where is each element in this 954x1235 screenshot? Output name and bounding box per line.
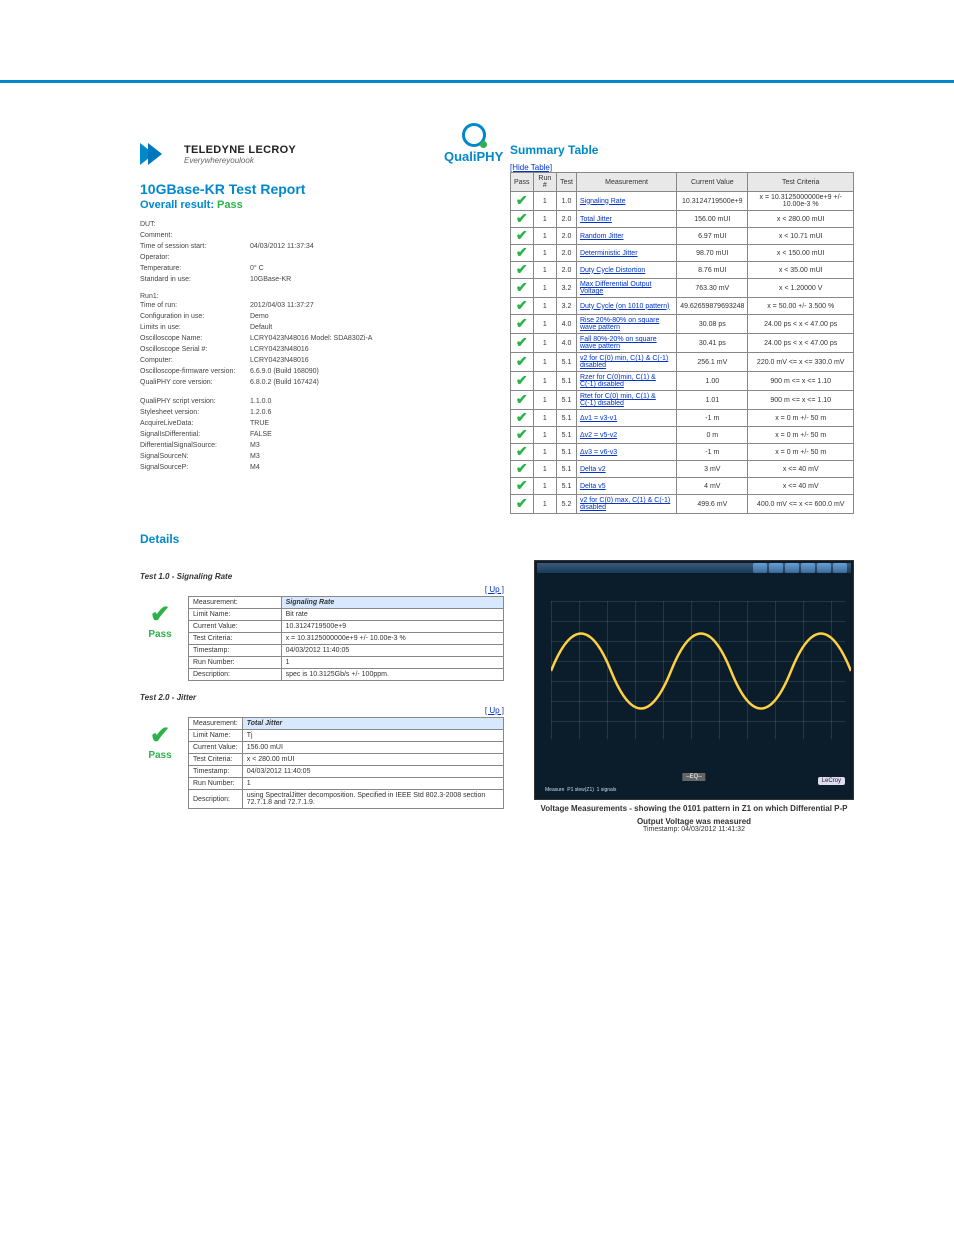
check-icon: ✔ [516, 353, 528, 369]
test1-pass-badge: ✔ Pass [140, 596, 180, 644]
hide-table-link[interactable]: [Hide Table] [510, 163, 552, 172]
summary-table: PassRun #TestMeasurementCurrent ValueTes… [510, 172, 854, 514]
table-row: ✔13.2Max Differential Output Voltage763.… [511, 279, 854, 298]
measurement-link[interactable]: Duty Cycle (on 1010 pattern) [576, 298, 676, 315]
check-icon: ✔ [516, 210, 528, 226]
table-row: ✔12.0Duty Cycle Distortion8.76 mUIx < 35… [511, 262, 854, 279]
scope-toolbar-icons [753, 563, 847, 573]
check-icon: ✔ [516, 391, 528, 407]
summary-heading: Summary Table [510, 143, 854, 157]
check-icon: ✔ [516, 409, 528, 425]
check-icon: ✔ [516, 261, 528, 277]
check-icon: ✔ [140, 600, 180, 629]
measurement-link[interactable]: v2 for C(0) min, C(1) & C(-1) disabled [576, 353, 676, 372]
teledyne-logo: TELEDYNE LECROY Everywhereyoulook [140, 143, 296, 165]
check-icon: ✔ [516, 477, 528, 493]
meta-block-1: DUT:Comment:Time of session start:04/03/… [140, 219, 470, 285]
check-icon: ✔ [516, 315, 528, 331]
table-row: ✔15.1Delta v23 mVx <= 40 mV [511, 461, 854, 478]
check-icon: ✔ [516, 334, 528, 350]
check-icon: ✔ [516, 443, 528, 459]
table-row: ✔12.0Random Jitter6.97 mUIx < 10.71 mUI [511, 228, 854, 245]
measurement-link[interactable]: Δv2 = v5‑v2 [576, 427, 676, 444]
table-row: ✔11.0Signaling Rate10.3124719500e+9x = 1… [511, 192, 854, 211]
table-row: ✔15.1Δv2 = v5‑v20 mx = 0 m +/- 50 m [511, 427, 854, 444]
run-heading: Run1: [140, 293, 470, 300]
waveform-icon [551, 611, 851, 731]
measurement-link[interactable]: Fall 80%-20% on square wave pattern [576, 334, 676, 353]
qualiphy-logo: QualiPHY [444, 123, 503, 164]
table-row: ✔12.0Total Jitter156.00 mUIx < 280.00 mU… [511, 211, 854, 228]
check-icon: ✔ [516, 426, 528, 442]
measurement-link[interactable]: Duty Cycle Distortion [576, 262, 676, 279]
check-icon: ✔ [516, 495, 528, 511]
table-row: ✔15.1Δv1 = v3‑v1-1 mx = 0 m +/- 50 m [511, 410, 854, 427]
test2-pass-badge: ✔ Pass [140, 717, 180, 765]
table-row: ✔15.2v2 for C(0) max, C(1) & C(-1) disab… [511, 495, 854, 514]
table-row: ✔15.1Delta v54 mVx <= 40 mV [511, 478, 854, 495]
details-heading: Details [140, 532, 854, 546]
check-icon: ✔ [516, 297, 528, 313]
measurement-link[interactable]: Signaling Rate [576, 192, 676, 211]
measurement-link[interactable]: Rise 20%-80% on square wave pattern [576, 315, 676, 334]
qualiphy-icon [462, 123, 486, 147]
scope-caption-1: Voltage Measurements - showing the 0101 … [534, 804, 854, 813]
meta-block-2: Time of run:2012/04/03 11:37:27Configura… [140, 300, 470, 388]
check-icon: ✔ [516, 279, 528, 295]
table-row: ✔12.0Deterministic Jitter98.70 mUIx < 15… [511, 245, 854, 262]
measurement-link[interactable]: Max Differential Output Voltage [576, 279, 676, 298]
scope-readout: Measure P1 slew(Z1) 1 signals [545, 787, 616, 793]
measurement-link[interactable]: Delta v2 [576, 461, 676, 478]
lecroy-tag: LeCroy [818, 777, 845, 785]
up-link[interactable]: [ Up ] [485, 585, 504, 594]
measurement-link[interactable]: Random Jitter [576, 228, 676, 245]
measurement-link[interactable]: Rtet for C(0) min, C(1) & C(-1) disabled [576, 391, 676, 410]
up-link-2[interactable]: [ Up ] [485, 706, 504, 715]
check-icon: ✔ [516, 244, 528, 260]
measurement-link[interactable]: Δv1 = v3‑v1 [576, 410, 676, 427]
table-row: ✔13.2Duty Cycle (on 1010 pattern)49.6265… [511, 298, 854, 315]
table-row: ✔15.1Rzer for C(0)min, C(1) & C(-1) disa… [511, 372, 854, 391]
check-icon: ✔ [140, 721, 180, 750]
measurement-link[interactable]: v2 for C(0) max, C(1) & C(-1) disabled [576, 495, 676, 514]
scope-caption-ts: Timestamp: 04/03/2012 11:41:32 [534, 826, 854, 833]
table-row: ✔14.0Fall 80%-20% on square wave pattern… [511, 334, 854, 353]
oscilloscope-screenshot: –EQ– Measure P1 slew(Z1) 1 signals LeCro… [534, 560, 854, 800]
report-title: 10GBase-KR Test Report [140, 181, 470, 197]
test2-detail-table: Measurement:Total JitterLimit Name:TjCur… [188, 717, 504, 809]
table-row: ✔15.1Δv3 = v6‑v3-1 mx = 0 m +/- 50 m [511, 444, 854, 461]
overall-result: Overall result: Pass [140, 199, 470, 211]
check-icon: ✔ [516, 460, 528, 476]
check-icon: ✔ [516, 227, 528, 243]
measurement-link[interactable]: Deterministic Jitter [576, 245, 676, 262]
check-icon: ✔ [516, 372, 528, 388]
measurement-link[interactable]: Δv3 = v6‑v3 [576, 444, 676, 461]
test2-title: Test 2.0 - Jitter [140, 693, 504, 702]
table-row: ✔14.0Rise 20%-80% on square wave pattern… [511, 315, 854, 334]
table-row: ✔15.1v2 for C(0) min, C(1) & C(-1) disab… [511, 353, 854, 372]
meta-block-3: QualiPHY script version:1.1.0.0Styleshee… [140, 396, 470, 473]
scope-caption-2: Output Voltage was measured [534, 817, 854, 826]
check-icon: ✔ [516, 192, 528, 208]
test1-title: Test 1.0 - Signaling Rate [140, 572, 504, 581]
measurement-link[interactable]: Total Jitter [576, 211, 676, 228]
measurement-link[interactable]: Rzer for C(0)min, C(1) & C(-1) disabled [576, 372, 676, 391]
measurement-link[interactable]: Delta v5 [576, 478, 676, 495]
scope-badge: –EQ– [682, 773, 705, 781]
test1-detail-table: Measurement:Signaling RateLimit Name:Bit… [188, 596, 504, 681]
table-row: ✔15.1Rtet for C(0) min, C(1) & C(-1) dis… [511, 391, 854, 410]
